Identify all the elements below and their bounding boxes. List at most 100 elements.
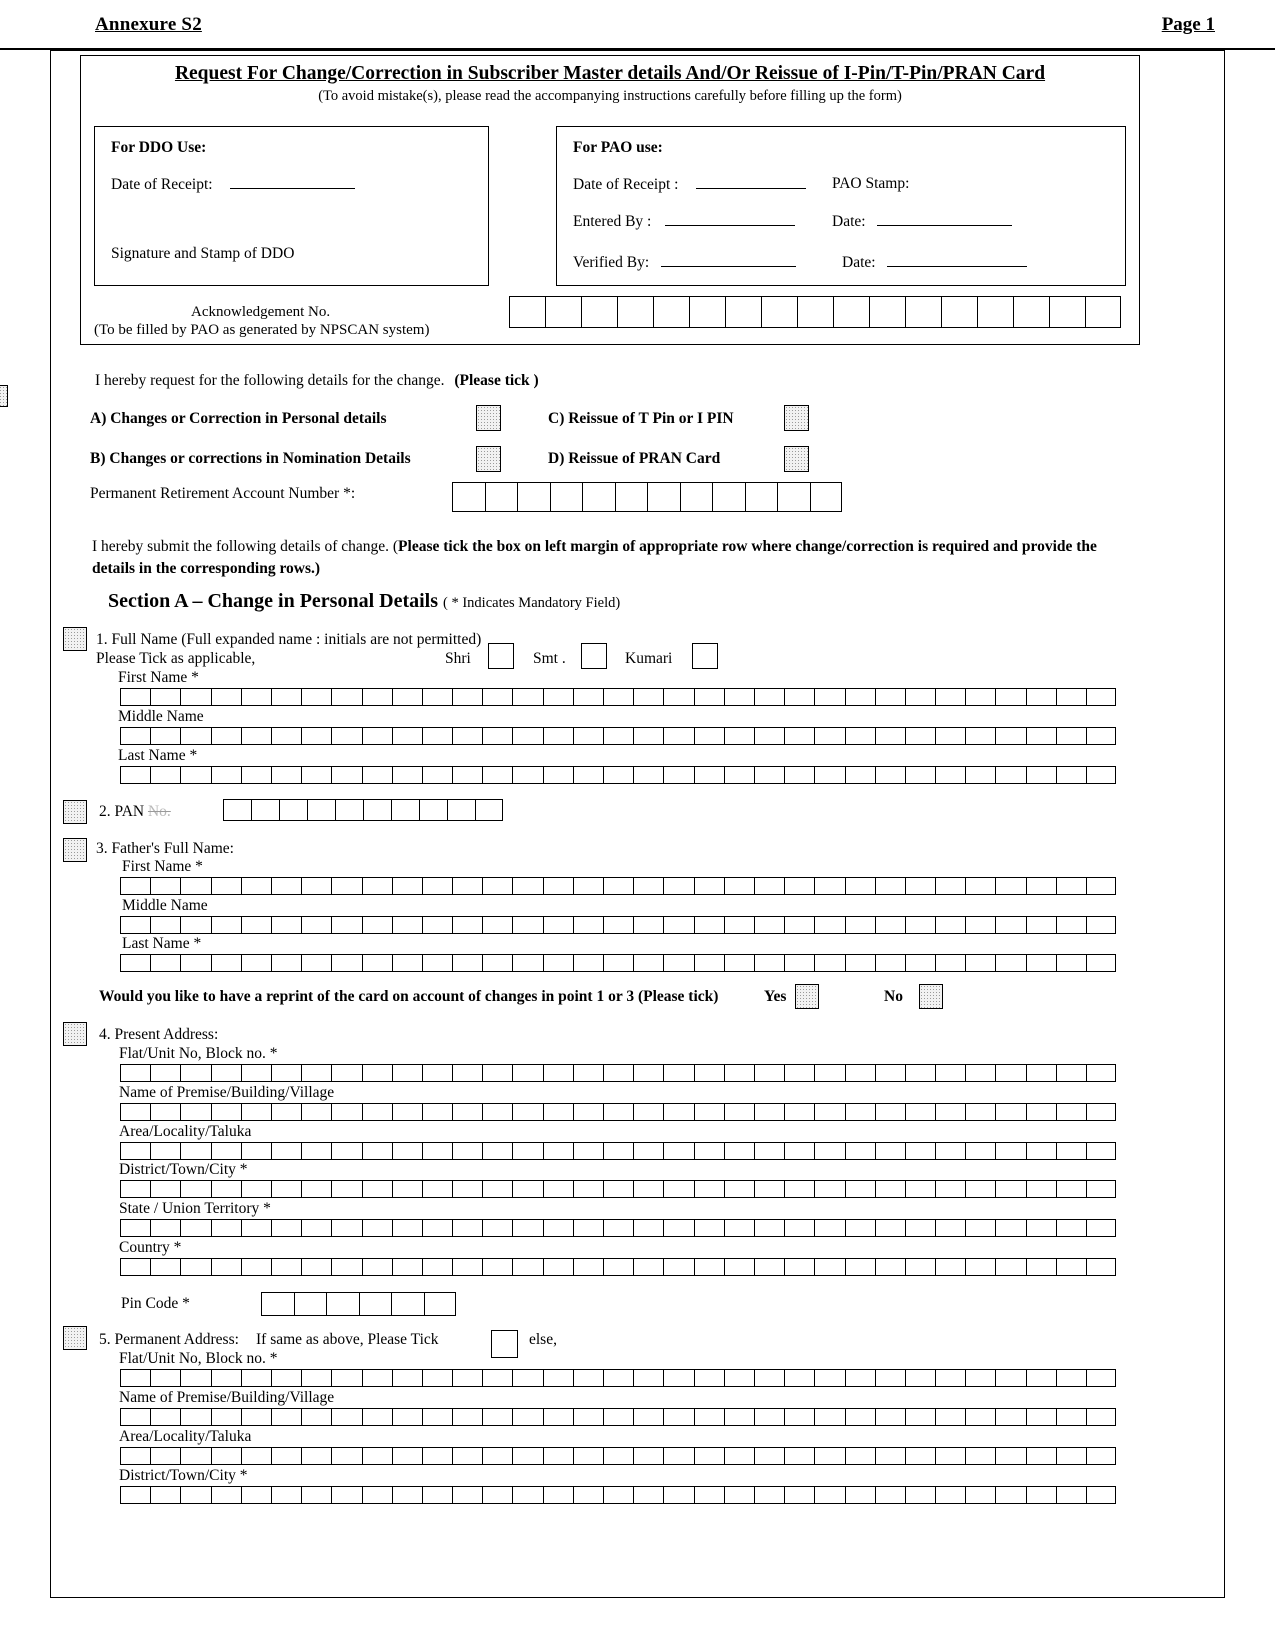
grid-cell[interactable] [452, 916, 483, 934]
grid-cell[interactable] [904, 877, 936, 895]
father-name-change-checkbox[interactable] [63, 838, 87, 862]
grid-cell[interactable] [1055, 877, 1086, 895]
grid-cell[interactable] [1025, 1103, 1056, 1121]
grid-cell[interactable] [180, 1064, 211, 1082]
pran-number-grid[interactable] [452, 482, 842, 512]
grid-cell[interactable] [331, 877, 362, 895]
grid-cell[interactable] [120, 688, 151, 706]
grid-cell[interactable] [633, 1486, 664, 1504]
grid-cell[interactable] [814, 1408, 845, 1426]
grid-cell[interactable] [120, 1408, 151, 1426]
grid-cell[interactable] [603, 1142, 634, 1160]
grid-cell[interactable] [421, 877, 453, 895]
grid-cell[interactable] [270, 1486, 302, 1504]
grid-cell[interactable] [663, 1219, 694, 1237]
grid-cell[interactable] [572, 1142, 603, 1160]
grid-cell[interactable] [581, 296, 617, 328]
grid-cell[interactable] [905, 296, 941, 328]
grid-cell[interactable] [423, 1292, 456, 1316]
grid-cell[interactable] [723, 954, 754, 972]
grid-cell[interactable] [447, 799, 475, 821]
ddo-date-of-receipt-input[interactable] [230, 175, 356, 189]
grid-cell[interactable] [784, 1142, 815, 1160]
grid-cell[interactable] [419, 799, 447, 821]
grid-cell[interactable] [1086, 1258, 1117, 1276]
reprint-no-checkbox[interactable] [919, 984, 943, 1009]
grid-cell[interactable] [452, 1408, 483, 1426]
grid-cell[interactable] [482, 1103, 513, 1121]
pao-verified-date-input[interactable] [887, 253, 1028, 267]
grid-cell[interactable] [633, 954, 664, 972]
reprint-yes-checkbox[interactable] [795, 984, 819, 1009]
grid-cell[interactable] [784, 1369, 815, 1387]
grid-cell[interactable] [1025, 1064, 1056, 1082]
grid-cell[interactable] [180, 1142, 211, 1160]
grid-cell[interactable] [723, 877, 754, 895]
grid-cell[interactable] [844, 1486, 875, 1504]
grid-cell[interactable] [633, 1219, 664, 1237]
grid-cell[interactable] [663, 727, 694, 745]
grid-cell[interactable] [995, 877, 1026, 895]
grid-cell[interactable] [391, 727, 422, 745]
grid-cell[interactable] [633, 1142, 664, 1160]
grid-cell[interactable] [723, 1219, 754, 1237]
grid-cell[interactable] [150, 1142, 181, 1160]
grid-cell[interactable] [512, 954, 543, 972]
grid-cell[interactable] [482, 1369, 513, 1387]
grid-cell[interactable] [150, 1103, 181, 1121]
grid-cell[interactable] [270, 916, 302, 934]
grid-cell[interactable] [844, 727, 875, 745]
grid-cell[interactable] [753, 1180, 785, 1198]
grid-cell[interactable] [784, 1258, 815, 1276]
grid-cell[interactable] [421, 727, 453, 745]
grid-cell[interactable] [935, 1486, 966, 1504]
grid-cell[interactable] [723, 1103, 754, 1121]
grid-cell[interactable] [814, 727, 845, 745]
grid-cell[interactable] [723, 1369, 754, 1387]
pan-change-checkbox[interactable] [63, 800, 87, 824]
grid-cell[interactable] [512, 727, 543, 745]
grid-cell[interactable] [331, 688, 362, 706]
grid-cell[interactable] [120, 1369, 151, 1387]
grid-cell[interactable] [904, 954, 936, 972]
grid-cell[interactable] [150, 1408, 181, 1426]
grid-cell[interactable] [180, 1180, 211, 1198]
grid-cell[interactable] [240, 1447, 271, 1465]
grid-cell[interactable] [1055, 1064, 1086, 1082]
grid-cell[interactable] [904, 1258, 936, 1276]
grid-cell[interactable] [452, 1369, 483, 1387]
grid-cell[interactable] [874, 1103, 905, 1121]
father-middle-grid[interactable] [120, 916, 1117, 934]
grid-cell[interactable] [1025, 766, 1056, 784]
grid-cell[interactable] [240, 1142, 271, 1160]
grid-cell[interactable] [572, 688, 603, 706]
grid-cell[interactable] [603, 766, 634, 784]
grid-cell[interactable] [1086, 1408, 1117, 1426]
grid-cell[interactable] [391, 1103, 422, 1121]
permanent-flat-grid[interactable] [120, 1369, 1117, 1387]
grid-cell[interactable] [797, 296, 833, 328]
grid-cell[interactable] [301, 727, 332, 745]
grid-cell[interactable] [814, 1142, 845, 1160]
grid-cell[interactable] [270, 766, 302, 784]
grid-cell[interactable] [361, 1064, 392, 1082]
grid-cell[interactable] [814, 916, 845, 934]
grid-cell[interactable] [904, 916, 936, 934]
grid-cell[interactable] [935, 727, 966, 745]
grid-cell[interactable] [512, 1219, 543, 1237]
grid-cell[interactable] [814, 877, 845, 895]
grid-cell[interactable] [301, 1258, 332, 1276]
grid-cell[interactable] [452, 688, 483, 706]
grid-cell[interactable] [512, 1447, 543, 1465]
full-name-middle-grid[interactable] [120, 727, 1117, 745]
grid-cell[interactable] [120, 1219, 151, 1237]
grid-cell[interactable] [723, 1258, 754, 1276]
grid-cell[interactable] [1085, 296, 1121, 328]
grid-cell[interactable] [301, 1180, 332, 1198]
grid-cell[interactable] [180, 727, 211, 745]
grid-cell[interactable] [210, 1219, 241, 1237]
grid-cell[interactable] [301, 1064, 332, 1082]
full-name-change-checkbox[interactable] [63, 627, 87, 651]
grid-cell[interactable] [814, 1219, 845, 1237]
grid-cell[interactable] [421, 1142, 453, 1160]
